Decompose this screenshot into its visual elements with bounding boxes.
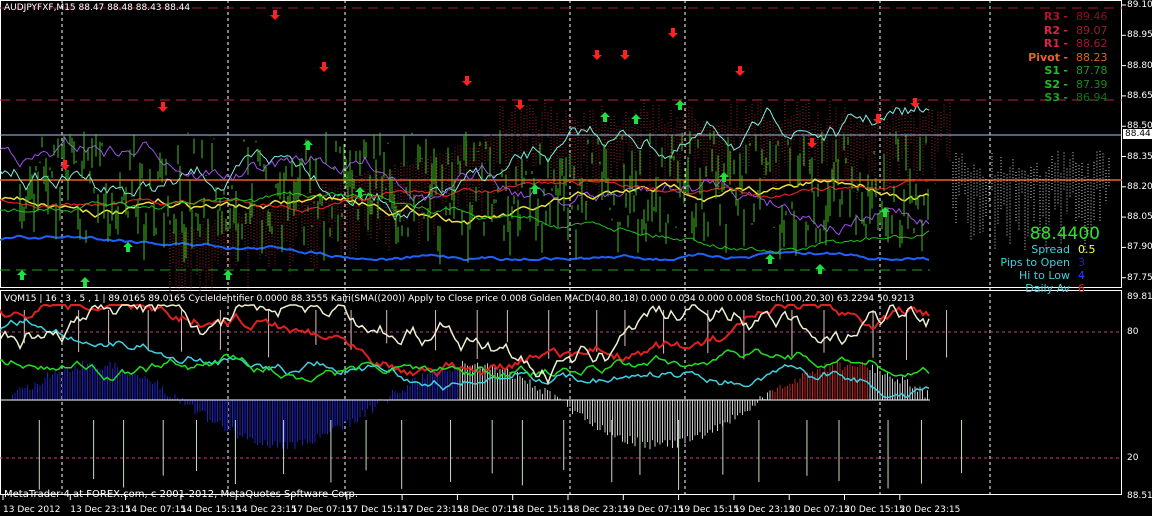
pivot-row: S2-87.39 bbox=[1020, 78, 1130, 92]
time-tick: 14 Dec 23:15 bbox=[236, 505, 297, 515]
pivot-value: 88.23 bbox=[1076, 50, 1108, 64]
pivot-value: 87.39 bbox=[1076, 77, 1108, 91]
time-tick: 18 Dec 23:15 bbox=[568, 505, 629, 515]
sell-arrow-icon bbox=[462, 76, 472, 86]
pivot-label: S2 bbox=[1044, 77, 1060, 91]
time-tick: 19 Dec 15:15 bbox=[678, 505, 740, 515]
pivot-label: R1 bbox=[1043, 37, 1060, 50]
buy-arrow-icon bbox=[765, 254, 775, 264]
info-value: 6 bbox=[1078, 282, 1085, 295]
buy-arrow-icon bbox=[815, 264, 825, 274]
time-tick: 14 Dec 07:15 bbox=[125, 505, 187, 515]
info-value: 0.5 bbox=[1078, 243, 1096, 256]
pivot-value: 86.94 bbox=[1076, 91, 1108, 104]
price-tick: 88.80 bbox=[1127, 60, 1152, 71]
time-tick: 14 Dec 15:15 bbox=[180, 505, 242, 515]
time-tick: 17 Dec 23:15 bbox=[402, 505, 463, 515]
info-label: Daily Av bbox=[1025, 282, 1070, 295]
pivot-label: R2 bbox=[1043, 23, 1060, 37]
pivot-value: 89.07 bbox=[1076, 23, 1108, 37]
info-row: Spread 0.5 bbox=[960, 243, 1120, 256]
sell-arrow-icon bbox=[620, 50, 630, 60]
buy-arrow-icon bbox=[600, 112, 610, 122]
pivot-separator: - bbox=[1063, 91, 1068, 104]
copyright-text: MetaTrader 4 at FOREX.com, c 2001-2012, … bbox=[4, 489, 359, 500]
pivot-row: S3-86.94 bbox=[1020, 91, 1130, 105]
price-tick: 88.05 bbox=[1127, 212, 1152, 223]
sell-arrow-icon bbox=[158, 102, 168, 112]
time-tick: 17 Dec 07:15 bbox=[291, 505, 353, 515]
buy-arrow-icon bbox=[223, 270, 233, 280]
current-price-display: 88.4400 bbox=[1029, 224, 1100, 244]
pivot-row: S1-87.78 bbox=[1020, 64, 1130, 78]
pivot-separator: - bbox=[1063, 37, 1068, 50]
sell-arrow-icon bbox=[270, 10, 280, 20]
pivot-row: R3-89.46 bbox=[1020, 10, 1130, 24]
indicator-header: VQM15 | 16 , 3 , 5 , 1 | 89.0165 89.0165… bbox=[4, 294, 915, 304]
info-value: 4 bbox=[1078, 269, 1085, 282]
price-tick: 88.65 bbox=[1127, 90, 1152, 101]
sell-arrow-icon bbox=[668, 28, 678, 38]
time-tick: 20 Dec 15:15 bbox=[844, 505, 906, 515]
price-tick: 87.90 bbox=[1127, 242, 1152, 253]
sub-axis-top: 89.8152 bbox=[1127, 292, 1152, 302]
pivot-row: R1-88.62 bbox=[1020, 37, 1130, 51]
pivot-label: S3 bbox=[1044, 91, 1060, 104]
pivot-label: S1 bbox=[1044, 64, 1060, 77]
buy-arrow-icon bbox=[303, 140, 313, 150]
sub-panel-frame bbox=[0, 290, 1122, 495]
sub-axis-20: 20 bbox=[1127, 453, 1139, 463]
info-label: Spread bbox=[1031, 243, 1070, 256]
time-tick: 13 Dec 23:15 bbox=[70, 505, 131, 515]
time-tick: 19 Dec 07:15 bbox=[623, 505, 684, 515]
time-tick: 20 Dec 07:15 bbox=[789, 505, 850, 515]
info-row: Hi to Low 4 bbox=[960, 269, 1120, 282]
price-tick: 88.20 bbox=[1127, 181, 1152, 192]
sub-axis-80: 80 bbox=[1127, 327, 1139, 337]
pivot-row: R2-89.07 bbox=[1020, 24, 1130, 38]
price-tick: 88.35 bbox=[1127, 151, 1152, 162]
buy-arrow-icon bbox=[17, 270, 27, 280]
pivot-separator: - bbox=[1063, 50, 1068, 64]
time-tick: 13 Dec 2012 bbox=[3, 505, 61, 515]
time-tick: 18 Dec 07:15 bbox=[457, 505, 518, 515]
pivot-separator: - bbox=[1063, 23, 1068, 37]
buy-arrow-icon bbox=[80, 277, 90, 287]
sell-arrow-icon bbox=[592, 50, 602, 60]
sell-arrow-icon bbox=[735, 66, 745, 76]
info-row: Pips to Open 3 bbox=[960, 256, 1120, 269]
sell-arrow-icon bbox=[319, 62, 329, 72]
buy-arrow-icon bbox=[123, 242, 133, 252]
price-tick: 89.10 bbox=[1127, 0, 1152, 10]
price-tick: 87.75 bbox=[1127, 272, 1152, 283]
chart-symbol-header: AUDJPYFXF,M15 88.47 88.48 88.43 88.44 bbox=[4, 3, 191, 13]
pivot-separator: - bbox=[1063, 64, 1068, 77]
buy-arrow-icon bbox=[530, 184, 540, 194]
pivot-label: Pivot bbox=[1028, 50, 1060, 64]
pivot-value: 87.78 bbox=[1076, 64, 1108, 77]
pivot-label: R3 bbox=[1043, 10, 1060, 23]
time-tick: 17 Dec 15:15 bbox=[346, 505, 408, 515]
pivot-value: 88.62 bbox=[1076, 37, 1108, 50]
info-value: 3 bbox=[1078, 256, 1085, 269]
pivot-separator: - bbox=[1063, 10, 1068, 23]
trend-line-green bbox=[0, 191, 930, 255]
time-tick: 19 Dec 23:15 bbox=[733, 505, 795, 515]
pivot-row: Pivot -88.23 bbox=[1020, 51, 1130, 65]
pivot-value: 89.46 bbox=[1076, 10, 1108, 23]
time-tick: 20 Dec 23:15 bbox=[899, 505, 961, 515]
current-price-label: 88.44 bbox=[1123, 129, 1152, 139]
buy-arrow-icon bbox=[675, 100, 685, 110]
moving-average-yellow bbox=[0, 178, 930, 225]
pivot-separator: - bbox=[1063, 77, 1068, 91]
info-label: Hi to Low bbox=[1018, 269, 1070, 282]
sell-arrow-icon bbox=[515, 100, 525, 110]
price-tick: 88.95 bbox=[1127, 30, 1152, 41]
sub-axis-bottom: 88.5183 bbox=[1127, 491, 1152, 501]
time-tick: 18 Dec 15:15 bbox=[512, 505, 574, 515]
info-row: Daily Av 6 bbox=[960, 282, 1120, 295]
buy-arrow-icon bbox=[631, 114, 641, 124]
info-label: Pips to Open bbox=[1000, 256, 1070, 269]
